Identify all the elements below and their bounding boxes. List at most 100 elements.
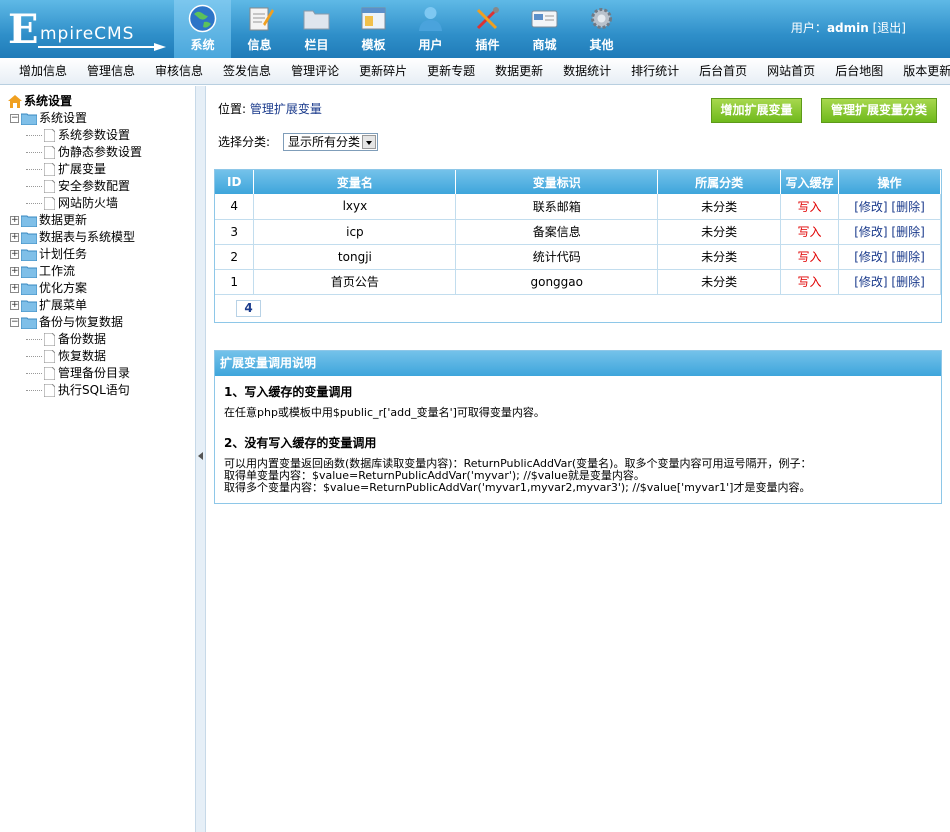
topnav-system[interactable]: 系统 — [174, 0, 231, 58]
tree-line — [26, 186, 42, 187]
tree-leaf[interactable]: 扩展变量 — [8, 161, 195, 178]
category-select-value: 显示所有分类 — [288, 135, 361, 149]
table-row: 1 首页公告 gonggao 未分类 写入 [修改] [删除] — [215, 269, 941, 295]
topnav-other[interactable]: 其他 — [573, 0, 630, 58]
tree-node-system-settings[interactable]: − 系统设置 — [8, 110, 195, 127]
pagination-total[interactable]: 4 — [236, 300, 261, 317]
category-filter: 选择分类: 显示所有分类 — [218, 133, 378, 151]
tree-node-label: 数据更新 — [39, 213, 88, 227]
sidebar-tree: 系统设置 − 系统设置 系统参数设置 伪静态参数设置 扩展变量 安全参数配置 网… — [0, 86, 195, 832]
edit-link[interactable]: [修改] — [854, 275, 887, 289]
subnav-item[interactable]: 增加信息 — [9, 58, 77, 85]
subnav-item[interactable]: 管理信息 — [77, 58, 145, 85]
collapse-arrow-icon[interactable] — [198, 452, 203, 460]
logout-link[interactable]: [退出] — [873, 21, 906, 35]
subnav-item[interactable]: 更新专题 — [417, 58, 485, 85]
subnav-item[interactable]: 审核信息 — [145, 58, 213, 85]
delete-link[interactable]: [删除] — [891, 200, 924, 214]
help-text-2-line: 取得多个变量内容：$value=ReturnPublicAddVar('myva… — [224, 481, 811, 494]
help-text-2: 可以用内置变量返回函数(数据库读取变量内容)：ReturnPublicAddVa… — [224, 458, 811, 494]
tree-leaf-label: 备份数据 — [58, 332, 107, 346]
tree-leaf[interactable]: 管理备份目录 — [8, 365, 195, 382]
cell-category: 未分类 — [657, 219, 782, 245]
dropdown-arrow-icon[interactable] — [362, 135, 376, 149]
tree-node-label: 优化方案 — [39, 281, 88, 295]
tree-leaf[interactable]: 执行SQL语句 — [8, 382, 195, 399]
empirecms-logo[interactable]: E mpireCMS — [8, 10, 168, 51]
tree-leaf[interactable]: 系统参数设置 — [8, 127, 195, 144]
topnav-info[interactable]: 信息 — [231, 0, 288, 58]
expand-toggle-icon[interactable]: + — [10, 301, 19, 310]
tree-node-scheduled-tasks[interactable]: + 计划任务 — [8, 246, 195, 263]
tree-node-backup-restore[interactable]: − 备份与恢复数据 — [8, 314, 195, 331]
expand-toggle-icon[interactable]: + — [10, 216, 19, 225]
edit-link[interactable]: [修改] — [854, 200, 887, 214]
tree-node-extended-menu[interactable]: + 扩展菜单 — [8, 297, 195, 314]
tree-root[interactable]: 系统设置 — [8, 93, 195, 110]
delete-link[interactable]: [删除] — [891, 250, 924, 264]
subnav-item[interactable]: 数据统计 — [553, 58, 621, 85]
topnav-template[interactable]: 模板 — [345, 0, 402, 58]
tree-leaf[interactable]: 伪静态参数设置 — [8, 144, 195, 161]
subnav-item[interactable]: 更新碎片 — [349, 58, 417, 85]
help-panel: 扩展变量调用说明 1、写入缓存的变量调用 在任意php或模板中用$public_… — [214, 350, 942, 504]
tree-node-workflow[interactable]: + 工作流 — [8, 263, 195, 280]
topnav-label: 信息 — [247, 38, 272, 52]
tree-node-data-tables[interactable]: + 数据表与系统模型 — [8, 229, 195, 246]
tree-node-label: 系统设置 — [39, 111, 88, 125]
cell-name: tongji — [253, 244, 457, 270]
subnav-item[interactable]: 排行统计 — [621, 58, 689, 85]
tree-node-data-update[interactable]: + 数据更新 — [8, 212, 195, 229]
card-icon — [531, 10, 558, 28]
subnav-item[interactable]: 管理评论 — [281, 58, 349, 85]
tree-leaf[interactable]: 备份数据 — [8, 331, 195, 348]
cell-key: 备案信息 — [455, 219, 659, 245]
topnav-shop[interactable]: 商城 — [516, 0, 573, 58]
folder-icon — [21, 300, 37, 312]
tree-leaf[interactable]: 安全参数配置 — [8, 178, 195, 195]
topnav-column[interactable]: 栏目 — [288, 0, 345, 58]
cell-key: gonggao — [455, 269, 659, 295]
topnav-user[interactable]: 用户 — [402, 0, 459, 58]
add-variable-button[interactable]: 增加扩展变量 — [711, 98, 802, 123]
folder-icon — [303, 10, 330, 30]
manage-categories-button[interactable]: 管理扩展变量分类 — [821, 98, 937, 123]
subnav-item[interactable]: 后台地图 — [825, 58, 893, 85]
collapse-toggle-icon[interactable]: − — [10, 114, 19, 123]
cell-id: 1 — [215, 269, 255, 295]
collapse-toggle-icon[interactable]: − — [10, 318, 19, 327]
delete-link[interactable]: [删除] — [891, 275, 924, 289]
tree-node-label: 备份与恢复数据 — [39, 315, 124, 329]
subnav-item[interactable]: 后台首页 — [689, 58, 757, 85]
subnav-item[interactable]: 网站首页 — [757, 58, 825, 85]
globe-icon — [188, 4, 217, 33]
subnav-item[interactable]: 数据更新 — [485, 58, 553, 85]
variables-table: ID 变量名 变量标识 所属分类 写入缓存 操作 4 lxyx 联系邮箱 未分类… — [214, 169, 942, 323]
breadcrumb-link[interactable]: 管理扩展变量 — [250, 102, 322, 116]
tree-line — [26, 152, 42, 153]
folder-icon — [21, 215, 37, 227]
topnav-label: 模板 — [361, 38, 386, 52]
edit-link[interactable]: [修改] — [854, 250, 887, 264]
main-content: 位置: 管理扩展变量 增加扩展变量 管理扩展变量分类 选择分类: 显示所有分类 … — [207, 86, 950, 832]
topnav-plugin[interactable]: 插件 — [459, 0, 516, 58]
delete-link[interactable]: [删除] — [891, 225, 924, 239]
subnav-item[interactable]: 版本更新 — [893, 58, 950, 85]
tree-leaf[interactable]: 恢复数据 — [8, 348, 195, 365]
tree-leaf[interactable]: 网站防火墙 — [8, 195, 195, 212]
sidebar-splitter[interactable] — [195, 86, 206, 832]
help-heading-2: 2、没有写入缓存的变量调用 — [224, 436, 377, 450]
tree-leaf-label: 扩展变量 — [58, 162, 107, 176]
category-select[interactable]: 显示所有分类 — [283, 133, 378, 151]
edit-link[interactable]: [修改] — [854, 225, 887, 239]
top-nav: 系统 信息 栏目 模板 用户 插件 商城 其他 — [174, 0, 630, 58]
tree-leaf-label: 管理备份目录 — [58, 366, 131, 380]
expand-toggle-icon[interactable]: + — [10, 284, 19, 293]
tree-node-optimization[interactable]: + 优化方案 — [8, 280, 195, 297]
subnav-item[interactable]: 签发信息 — [213, 58, 281, 85]
expand-toggle-icon[interactable]: + — [10, 267, 19, 276]
page-icon — [44, 350, 55, 363]
expand-toggle-icon[interactable]: + — [10, 250, 19, 259]
page-icon — [44, 384, 55, 397]
expand-toggle-icon[interactable]: + — [10, 233, 19, 242]
